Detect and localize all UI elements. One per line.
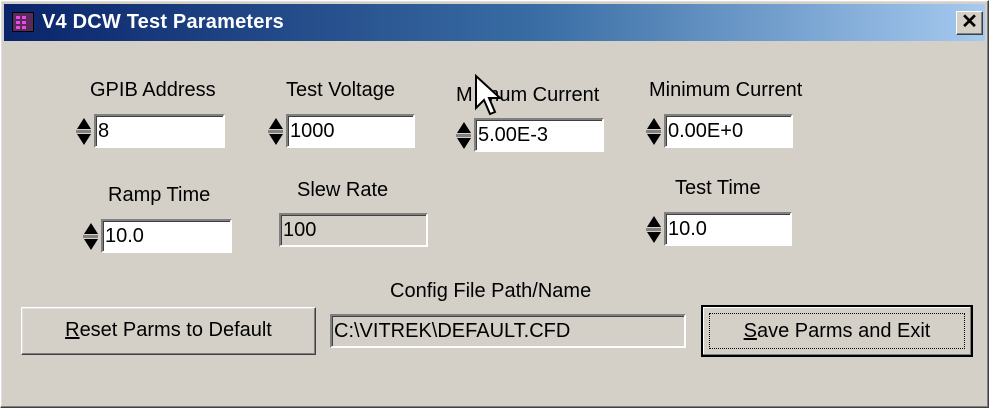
ramp-time-label: Ramp Time — [108, 184, 211, 206]
minimum-current-spinner-icon[interactable] — [645, 114, 662, 152]
slew-rate-label: Slew Rate — [297, 179, 389, 201]
config-file-path-field[interactable]: C:\VITREK\DEFAULT.CFD — [330, 314, 686, 348]
minimum-current-input[interactable]: 0.00E+0 — [664, 114, 793, 148]
test-voltage-input[interactable]: 1000 — [286, 114, 415, 148]
reset-accelerator: R — [65, 319, 80, 341]
ramp-time-spinner-icon[interactable] — [82, 219, 99, 257]
config-file-label: Config File Path/Name — [390, 280, 592, 302]
slew-rate-field: 100 — [279, 213, 428, 247]
minimum-current-label: Minimum Current — [649, 79, 803, 101]
mouse-pointer-icon — [475, 74, 502, 116]
test-time-spinner-icon[interactable] — [645, 212, 662, 250]
close-icon: ✕ — [961, 11, 978, 33]
gpib-address-label: GPIB Address — [90, 79, 216, 101]
test-voltage-label: Test Voltage — [286, 79, 395, 101]
gpib-address-input[interactable]: 8 — [94, 114, 225, 148]
save-parms-and-exit-button[interactable]: Save Parms and Exit — [701, 305, 973, 357]
test-time-label: Test Time — [675, 177, 761, 199]
app-icon[interactable] — [12, 12, 34, 32]
test-time-input[interactable]: 10.0 — [664, 212, 792, 246]
gpib-address-spinner-icon[interactable] — [75, 114, 92, 152]
reset-label: eset Parms to Default — [79, 319, 272, 341]
window-title: V4 DCW Test Parameters — [42, 11, 284, 33]
ramp-time-input[interactable]: 10.0 — [101, 219, 232, 253]
close-button[interactable]: ✕ — [956, 11, 983, 35]
dialog-window: V4 DCW Test Parameters ✕ GPIB Address 8 … — [0, 0, 989, 408]
test-voltage-spinner-icon[interactable] — [267, 114, 284, 152]
save-label: ave Parms and Exit — [756, 320, 931, 342]
save-accelerator: S — [743, 320, 757, 342]
title-bar[interactable]: V4 DCW Test Parameters ✕ — [4, 4, 985, 41]
maximum-current-input[interactable]: 5.00E-3 — [474, 118, 604, 152]
maximum-current-spinner-icon[interactable] — [455, 118, 472, 156]
reset-parms-button[interactable]: Reset Parms to Default — [21, 307, 316, 355]
